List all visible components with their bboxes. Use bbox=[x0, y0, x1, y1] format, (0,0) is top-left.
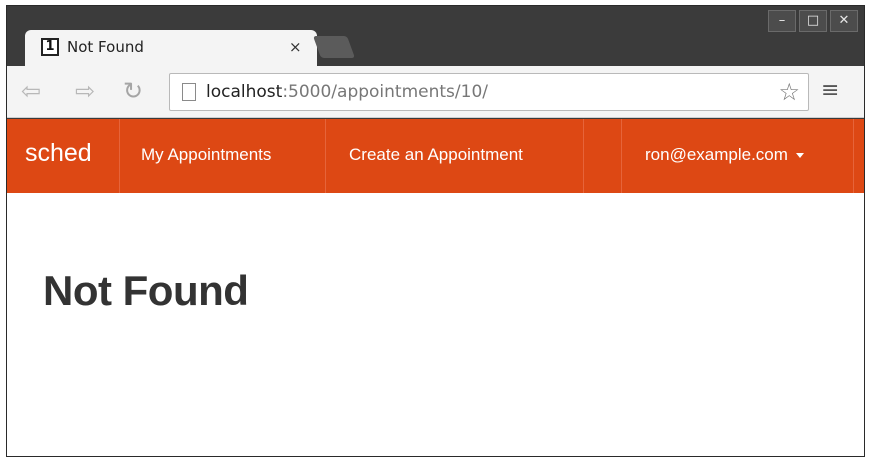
new-tab-button[interactable] bbox=[312, 36, 356, 58]
forward-icon[interactable]: ⇨ bbox=[75, 78, 95, 104]
tab-strip: 1 Not Found × – □ ✕ bbox=[7, 6, 864, 66]
nav-divider bbox=[621, 119, 622, 193]
app-navbar: sched My Appointments Create an Appointm… bbox=[7, 119, 864, 193]
tab-title: Not Found bbox=[67, 38, 144, 56]
nav-divider bbox=[853, 119, 854, 193]
page-viewport: sched My Appointments Create an Appointm… bbox=[7, 119, 864, 456]
favicon-icon: 1 bbox=[41, 38, 59, 56]
user-dropdown[interactable]: ron@example.com bbox=[645, 145, 804, 165]
back-icon[interactable]: ⇦ bbox=[21, 78, 41, 104]
tab-not-found[interactable]: 1 Not Found × bbox=[25, 30, 317, 66]
nav-divider bbox=[583, 119, 584, 193]
page-title: Not Found bbox=[43, 267, 249, 314]
minimize-button[interactable]: – bbox=[768, 10, 796, 32]
address-bar[interactable]: localhost:5000/appointments/10/ ☆ bbox=[169, 73, 809, 111]
close-tab-icon[interactable]: × bbox=[289, 38, 302, 56]
nav-my-appointments[interactable]: My Appointments bbox=[141, 145, 271, 165]
page-icon bbox=[182, 83, 196, 101]
browser-window: 1 Not Found × – □ ✕ ⇦ ⇨ ↻ localhost:5000… bbox=[6, 5, 865, 457]
bookmark-star-icon[interactable]: ☆ bbox=[778, 78, 800, 106]
maximize-button[interactable]: □ bbox=[799, 10, 827, 32]
nav-create-appointment[interactable]: Create an Appointment bbox=[349, 145, 523, 165]
reload-icon[interactable]: ↻ bbox=[123, 78, 143, 104]
caret-down-icon bbox=[795, 153, 804, 159]
nav-divider bbox=[119, 119, 120, 193]
user-email: ron@example.com bbox=[645, 145, 788, 164]
brand-link[interactable]: sched bbox=[25, 139, 92, 168]
window-controls: – □ ✕ bbox=[768, 10, 858, 32]
url-text: localhost:5000/appointments/10/ bbox=[206, 82, 488, 102]
menu-icon[interactable]: ≡ bbox=[821, 78, 839, 103]
browser-toolbar: ⇦ ⇨ ↻ localhost:5000/appointments/10/ ☆ … bbox=[7, 66, 864, 118]
nav-divider bbox=[325, 119, 326, 193]
close-window-button[interactable]: ✕ bbox=[830, 10, 858, 32]
